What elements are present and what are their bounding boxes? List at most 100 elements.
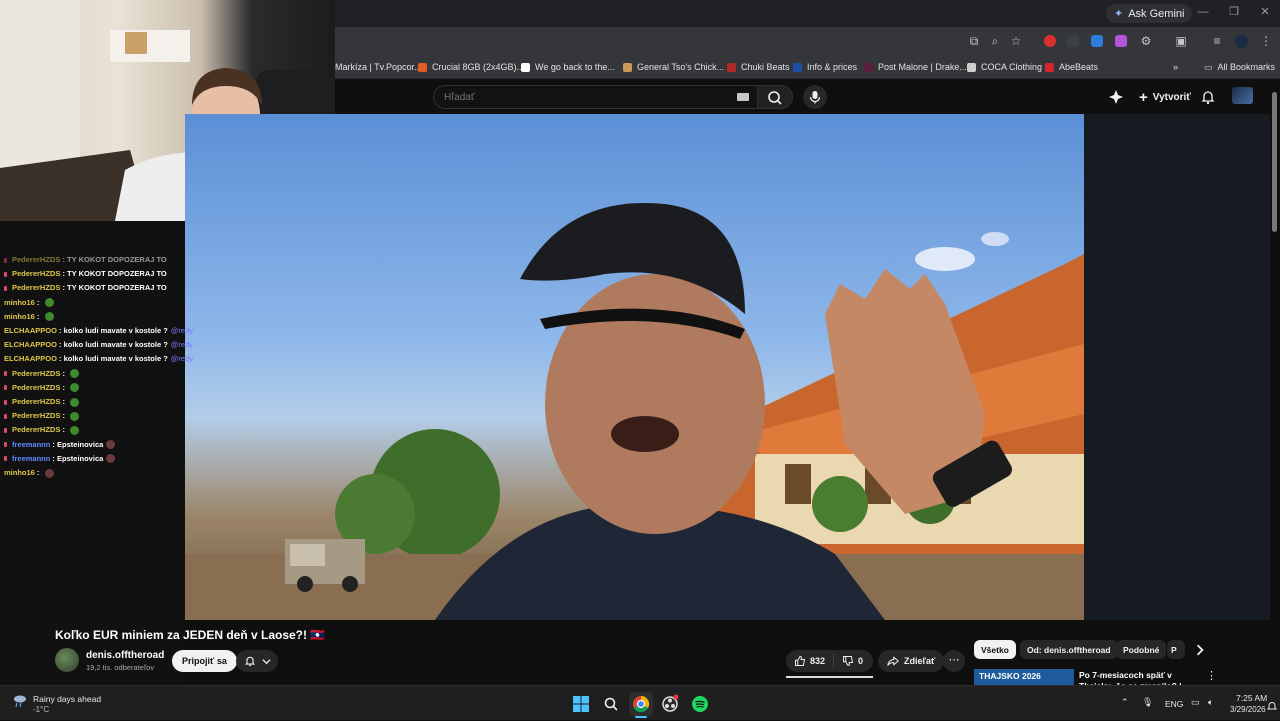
chat-message: minho16 : — [4, 312, 54, 322]
bookmark-favicon-icon — [418, 62, 427, 72]
extension-purple-icon[interactable] — [1115, 35, 1127, 47]
more-bookmarks-button[interactable]: » — [1173, 60, 1178, 74]
account-avatar[interactable] — [1232, 87, 1253, 104]
chat-badge-icon — [4, 285, 7, 291]
chat-text: kolko ludi mavate v kostole ? — [63, 340, 168, 350]
weather-title[interactable]: Rainy days ahead — [33, 694, 101, 704]
close-window-button[interactable]: ✕ — [1258, 5, 1272, 19]
extension-red-icon[interactable] — [1044, 35, 1056, 47]
video-player[interactable] — [185, 114, 1084, 620]
search-button[interactable] — [757, 85, 793, 109]
chat-username[interactable]: PedererHZDS — [12, 397, 60, 406]
chat-username[interactable]: PedererHZDS — [12, 425, 60, 434]
zoom-icon[interactable]: ⌕ — [987, 33, 1003, 49]
chat-username[interactable]: minho16 — [4, 298, 35, 307]
folder-icon: ▭ — [1204, 61, 1213, 72]
bookmark-item[interactable]: Post Malone | Drake... — [864, 60, 967, 74]
chat-username[interactable]: PedererHZDS — [12, 411, 60, 420]
notifications-icon[interactable] — [1266, 698, 1278, 710]
language-indicator[interactable]: ENG — [1165, 699, 1183, 709]
chat-username[interactable]: freemannn — [12, 440, 50, 449]
search-input[interactable] — [444, 90, 704, 105]
cast-sparkle-icon[interactable] — [1108, 89, 1124, 105]
bookmark-item[interactable]: Markíza | Tv.Popcor... — [335, 60, 422, 74]
chip-more[interactable]: P — [1167, 640, 1185, 659]
chat-mention[interactable]: @redy — [171, 340, 193, 349]
reading-list-icon[interactable]: ≡ — [1209, 33, 1225, 49]
taskbar-search-icon[interactable] — [603, 696, 619, 712]
chat-username[interactable]: minho16 — [4, 468, 35, 477]
chat-username[interactable]: ELCHAAPPOO — [4, 340, 57, 349]
ask-gemini-button[interactable]: ✦ Ask Gemini — [1106, 4, 1193, 23]
network-monitor-icon[interactable]: ▭ — [1191, 697, 1200, 708]
channel-name[interactable]: denis.offtheroad — [86, 650, 164, 661]
recommendation-title[interactable]: Po 7-mesiacoch späť v Thajsku, čo sa zme… — [1079, 670, 1204, 685]
chat-username[interactable]: PedererHZDS — [12, 283, 60, 292]
chips-next-button[interactable] — [1194, 643, 1206, 656]
clock-date[interactable]: 3/29/2026 — [1230, 705, 1266, 714]
create-button[interactable]: + Vytvoriť — [1131, 86, 1199, 108]
all-bookmarks-button[interactable]: ▭ All Bookmarks — [1204, 60, 1275, 74]
install-app-icon[interactable]: ⧉ — [966, 33, 982, 49]
chrome-menu-icon[interactable]: ⋮ — [1258, 33, 1274, 49]
chip-all[interactable]: Všetko — [974, 640, 1016, 659]
side-panel-icon[interactable]: ▣ — [1173, 33, 1189, 49]
chat-separator: : — [34, 311, 42, 321]
bookmark-item[interactable]: General Tso's Chick... — [623, 60, 724, 74]
chat-mention[interactable]: @redy — [171, 354, 193, 363]
chat-username[interactable]: PedererHZDS — [12, 255, 60, 264]
extension-gray-icon[interactable] — [1067, 35, 1079, 47]
bookmark-item[interactable]: COCA Clothing — [967, 60, 1042, 74]
bookmark-item[interactable]: Crucial 8GB (2x4GB)... — [418, 60, 524, 74]
volume-speaker-icon[interactable]: 🔈︎ — [1208, 697, 1213, 708]
extension-blue-icon[interactable] — [1091, 35, 1103, 47]
minimize-button[interactable]: — — [1196, 5, 1210, 19]
chat-badge-icon — [4, 456, 7, 462]
search-box[interactable] — [433, 85, 758, 109]
bookmark-item[interactable]: Chuki Beats — [727, 60, 790, 74]
maximize-button[interactable]: ❐ — [1227, 5, 1241, 19]
chat-username[interactable]: ELCHAAPPOO — [4, 354, 57, 363]
recommendation-thumbnail[interactable]: THAJSKO 2026 — [974, 669, 1074, 685]
extensions-puzzle-icon[interactable]: ⚙ — [1138, 33, 1154, 49]
chip-from-channel[interactable]: Od: denis.offtheroad — [1020, 640, 1118, 659]
profile-avatar[interactable] — [1235, 35, 1248, 48]
bookmark-item[interactable]: Info & prices — [793, 60, 857, 74]
taskbar-chrome-app[interactable] — [629, 692, 653, 716]
taskbar-spotify-app[interactable] — [690, 694, 710, 714]
scrollbar-thumb[interactable] — [1272, 92, 1277, 232]
bookmark-item[interactable]: AbeBeats — [1045, 60, 1098, 74]
dislike-button[interactable]: 0 — [834, 655, 871, 667]
chat-username[interactable]: PedererHZDS — [12, 369, 60, 378]
subscription-notifications-button[interactable] — [236, 650, 278, 672]
chat-username[interactable]: PedererHZDS — [12, 269, 60, 278]
rain-cloud-icon[interactable] — [12, 693, 28, 709]
like-dislike-group: 832 0 — [786, 650, 873, 672]
more-actions-button[interactable]: ⋯ — [943, 650, 965, 672]
clock-time[interactable]: 7:25 AM — [1236, 693, 1267, 703]
chip-related[interactable]: Podobné — [1116, 640, 1167, 659]
bookmark-star-icon[interactable]: ☆ — [1008, 33, 1024, 49]
channel-avatar[interactable] — [55, 648, 79, 672]
notifications-bell-icon[interactable] — [1200, 89, 1216, 105]
like-button[interactable]: 832 — [786, 654, 835, 668]
taskbar-obs-app[interactable] — [660, 694, 680, 714]
recommendation-menu-icon[interactable]: ⋮ — [1206, 669, 1217, 682]
ask-gemini-label: Ask Gemini — [1128, 7, 1185, 20]
keyboard-icon[interactable] — [737, 93, 749, 101]
show-hidden-icons-chevron-up-icon[interactable]: ⌃ — [1121, 697, 1129, 708]
windows-start-icon[interactable] — [573, 696, 589, 712]
voice-search-button[interactable] — [803, 85, 827, 109]
tray-microphone-icon[interactable]: 🎙︎ — [1142, 697, 1153, 708]
chat-username[interactable]: ELCHAAPPOO — [4, 326, 57, 335]
chat-message: minho16 : — [4, 468, 54, 478]
chat-username[interactable]: PedererHZDS — [12, 383, 60, 392]
join-button[interactable]: Pripojiť sa — [172, 650, 237, 672]
share-button[interactable]: Zdieľať — [878, 650, 945, 672]
bookmark-favicon-icon — [1045, 62, 1054, 72]
bookmark-item[interactable]: We go back to the... — [521, 60, 615, 74]
chat-username[interactable]: minho16 — [4, 312, 35, 321]
chat-username[interactable]: freemannn — [12, 454, 50, 463]
chat-mention[interactable]: @redy — [171, 326, 193, 335]
chat-emote-icon — [44, 298, 54, 308]
